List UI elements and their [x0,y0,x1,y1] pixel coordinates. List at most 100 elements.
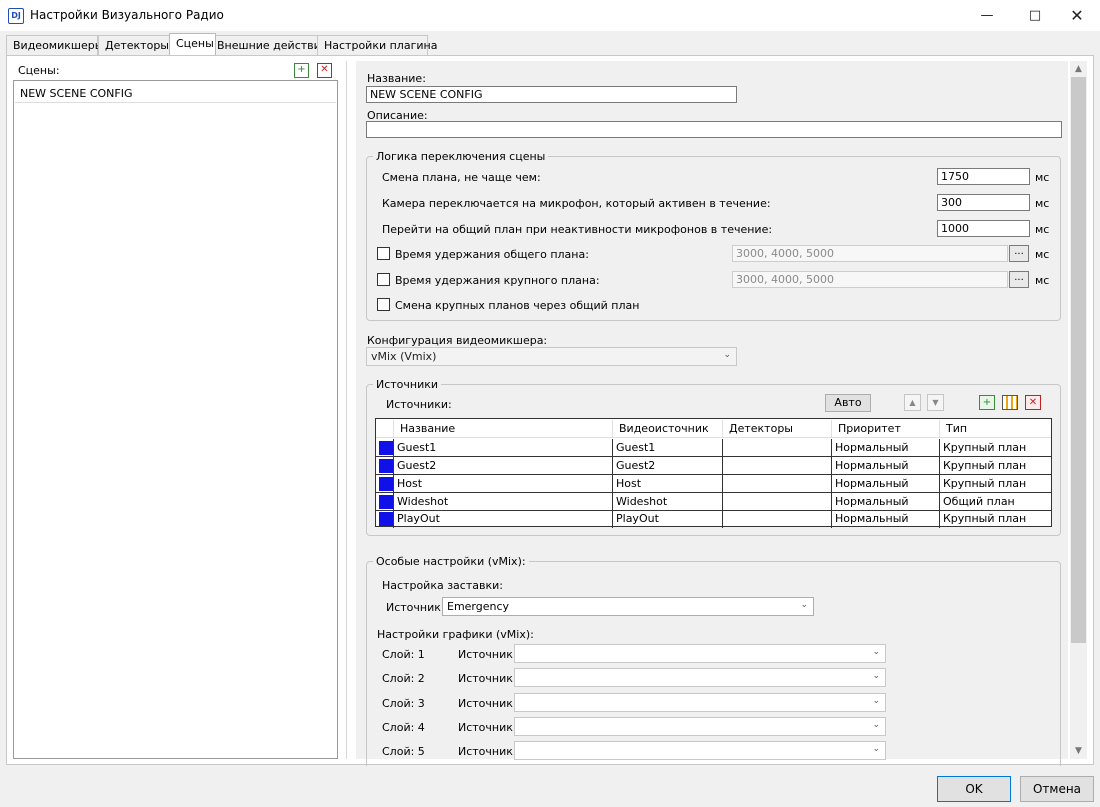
hold-close-checkbox[interactable] [377,273,390,286]
cell-video[interactable]: Host [613,475,723,493]
hold-wide-checkbox[interactable] [377,247,390,260]
cell-detectors[interactable] [723,457,832,475]
layer-source-select[interactable]: ⌄ [514,717,886,736]
delete-scene-icon[interactable]: ✕ [317,63,332,78]
via-wide-label: Смена крупных планов через общий план [395,299,640,312]
splash-source-value: Emergency [447,600,510,613]
color-swatch [379,495,393,509]
splash-source-select[interactable]: Emergency ⌄ [442,597,814,616]
hold-close-browse-button[interactable]: ... [1009,271,1029,288]
move-down-icon[interactable]: ▼ [927,394,944,411]
sources-table[interactable]: Название Видеоисточник Детекторы Приорит… [375,418,1052,528]
column-priority[interactable]: Приоритет [832,420,940,438]
layer-source-label: Источник: [458,721,517,734]
cell-detectors[interactable] [723,510,832,528]
layer-source-select[interactable]: ⌄ [514,741,886,760]
cell-type[interactable]: Крупный план [940,457,1051,475]
cell-type[interactable]: Крупный план [940,439,1051,457]
description-input[interactable] [366,121,1062,138]
hold-close-input[interactable]: 3000, 4000, 5000 [732,271,1008,288]
splash-label: Настройка заставки: [382,579,503,592]
scene-item[interactable]: NEW SCENE CONFIG [15,85,336,103]
cell-priority[interactable]: Нормальный [832,510,940,528]
mic-active-input[interactable]: 300 [937,194,1030,211]
column-detectors[interactable]: Детекторы [723,420,832,438]
tab-external-actions[interactable]: Внешние действия [210,35,327,55]
add-scene-icon[interactable]: + [294,63,309,78]
app-icon: DJ [8,8,24,24]
columns-icon[interactable] [1002,395,1018,410]
cell-video[interactable]: Guest2 [613,457,723,475]
minimize-button[interactable]: — [964,0,1010,31]
scroll-up-icon[interactable]: ▲ [1071,62,1086,76]
cell-priority[interactable]: Нормальный [832,457,940,475]
layer-source-select[interactable]: ⌄ [514,668,886,687]
scenes-list[interactable]: NEW SCENE CONFIG [13,80,338,759]
sources-legend: Источники [376,378,439,391]
cell-video[interactable]: Wideshot [613,493,723,511]
tab-mixers[interactable]: Видеомикшеры [6,35,103,55]
column-video[interactable]: Видеоисточник [613,420,723,438]
cell-name[interactable]: PlayOut [394,510,613,528]
cell-priority[interactable]: Нормальный [832,439,940,457]
splash-source-label: Источник: [386,601,445,614]
splitter[interactable] [346,61,347,759]
hold-wide-input[interactable]: 3000, 4000, 5000 [732,245,1008,262]
cell-name[interactable]: Host [394,475,613,493]
cell-video[interactable]: Guest1 [613,439,723,457]
cell-name[interactable]: Guest2 [394,457,613,475]
column-name[interactable]: Название [394,420,613,438]
table-row[interactable]: Host Host Нормальный Крупный план [376,475,1051,493]
chevron-down-icon: ⌄ [872,671,880,681]
column-type[interactable]: Тип [940,420,1051,438]
cell-detectors[interactable] [723,493,832,511]
table-row[interactable]: PlayOut PlayOut Нормальный Крупный план [376,510,1051,528]
mixer-config-label: Конфигурация видеомикшера: [367,334,548,347]
cell-type[interactable]: Крупный план [940,475,1051,493]
mixer-config-select[interactable]: vMix (Vmix) ⌄ [366,347,737,366]
cell-name[interactable]: Wideshot [394,493,613,511]
hold-wide-browse-button[interactable]: ... [1009,245,1029,262]
name-input[interactable]: NEW SCENE CONFIG [366,86,737,103]
cell-priority[interactable]: Нормальный [832,475,940,493]
mixer-config-value: vMix (Vmix) [371,350,437,363]
close-button[interactable]: ✕ [1054,0,1100,31]
scrollbar-thumb[interactable] [1071,77,1086,643]
chevron-down-icon: ⌄ [872,647,880,657]
cell-video[interactable]: PlayOut [613,510,723,528]
via-wide-checkbox[interactable] [377,298,390,311]
table-row[interactable]: Guest2 Guest2 Нормальный Крупный план [376,457,1051,475]
delete-source-icon[interactable]: ✕ [1025,395,1041,410]
chevron-down-icon: ⌄ [872,696,880,706]
tab-scenes[interactable]: Сцены [169,33,216,55]
tab-plugin-settings[interactable]: Настройки плагина [317,35,437,55]
cell-type[interactable]: Крупный план [940,510,1051,528]
layer-source-select[interactable]: ⌄ [514,644,886,663]
scroll-down-icon[interactable]: ▼ [1071,744,1086,758]
ok-button[interactable]: OK [937,776,1011,802]
table-row[interactable]: Wideshot Wideshot Нормальный Общий план [376,493,1051,511]
color-swatch [379,477,393,491]
color-cell [376,457,394,475]
cell-name[interactable]: Guest1 [394,439,613,457]
hold-wide-unit: мс [1035,248,1050,261]
maximize-button[interactable]: □ [1012,0,1058,31]
cell-type[interactable]: Общий план [940,493,1051,511]
cancel-button[interactable]: Отмена [1020,776,1094,802]
tab-detectors[interactable]: Детекторы [98,35,170,55]
scenes-label: Сцены: [18,64,60,77]
move-up-icon[interactable]: ▲ [904,394,921,411]
add-source-icon[interactable]: + [979,395,995,410]
cell-detectors[interactable] [723,475,832,493]
layer-source-select[interactable]: ⌄ [514,693,886,712]
cell-detectors[interactable] [723,439,832,457]
min-switch-input[interactable]: 1750 [937,168,1030,185]
color-cell [376,510,394,528]
color-swatch [379,441,393,455]
auto-button[interactable]: Авто [825,394,871,412]
table-row[interactable]: Guest1 Guest1 Нормальный Крупный план [376,439,1051,457]
window-title: Настройки Визуального Радио [30,8,224,22]
cell-priority[interactable]: Нормальный [832,493,940,511]
inactive-input[interactable]: 1000 [937,220,1030,237]
hold-close-unit: мс [1035,274,1050,287]
